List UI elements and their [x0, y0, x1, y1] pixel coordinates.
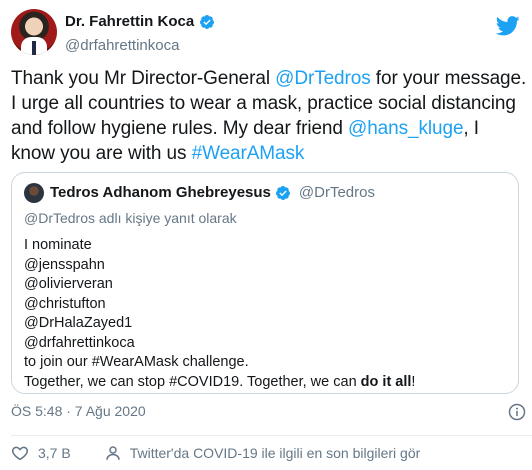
author-avatar[interactable]: [11, 9, 57, 55]
quoted-author-row: Tedros Adhanom Ghebreyesus @DrTedros: [50, 184, 375, 201]
quoted-tweet-body: I nominate @jensspahn @olivierveran @chr…: [24, 236, 415, 392]
like-count[interactable]: 3,7 B: [38, 445, 71, 461]
quoted-line: @jensspahn: [24, 256, 105, 273]
quoted-line: @olivierveran: [24, 276, 113, 292]
quoted-author-name: Tedros Adhanom Ghebreyesus: [50, 184, 271, 201]
heart-icon[interactable]: [11, 444, 29, 462]
verified-badge-icon: [200, 14, 215, 29]
twitter-bird-icon[interactable]: [496, 16, 520, 36]
quoted-bold-text: do it all: [360, 373, 412, 390]
quoted-line: @drfahrettinkoca: [24, 334, 135, 351]
tweet-actions: 3,7 B Twitter'da COVID-19 ile ilgili en …: [11, 444, 420, 462]
author-display-name[interactable]: Dr. Fahrettin Koca: [65, 13, 194, 30]
tweet-header: Dr. Fahrettin Koca @drfahrettinkoca: [8, 4, 524, 60]
quoted-author-handle: @DrTedros: [298, 184, 375, 201]
quoted-line: @DrHalaZayed1: [24, 315, 133, 331]
author-handle[interactable]: @drfahrettinkoca: [65, 37, 179, 54]
mention-link[interactable]: @hans_kluge: [348, 118, 463, 139]
reply-context: @DrTedros adlı kişiye yanıt olarak: [24, 210, 237, 226]
author-name-row: Dr. Fahrettin Koca: [65, 13, 215, 30]
quoted-line: @christufton: [24, 295, 106, 312]
divider: [11, 435, 532, 436]
tweet-text: Thank you Mr Director-General @DrTedros …: [11, 66, 527, 166]
quoted-line-text: Together, we can stop #COVID19. Together…: [24, 373, 361, 390]
person-icon: [105, 446, 120, 460]
quoted-line-text: !: [411, 373, 416, 390]
quoted-line: to join our #WearAMask challenge.: [24, 354, 249, 370]
quoted-tweet[interactable]: Tedros Adhanom Ghebreyesus @DrTedros @Dr…: [11, 172, 519, 394]
quoted-line: I nominate: [24, 237, 92, 253]
hashtag-link[interactable]: #WearAMask: [192, 143, 305, 164]
info-icon[interactable]: [508, 403, 526, 421]
quoted-line-last: Together, we can stop #COVID19. Together…: [24, 373, 415, 393]
covid-info-link[interactable]: Twitter'da COVID-19 ile ilgili en son bi…: [130, 445, 421, 461]
quoted-author-avatar: [24, 183, 44, 203]
mention-link[interactable]: @DrTedros: [275, 68, 371, 89]
avatar-tie: [32, 41, 36, 55]
tweet-timestamp[interactable]: ÖS 5:48 · 7 Ağu 2020: [11, 403, 146, 419]
verified-badge-icon: [275, 185, 290, 200]
tweet-text-part: Thank you Mr Director-General: [11, 68, 276, 89]
